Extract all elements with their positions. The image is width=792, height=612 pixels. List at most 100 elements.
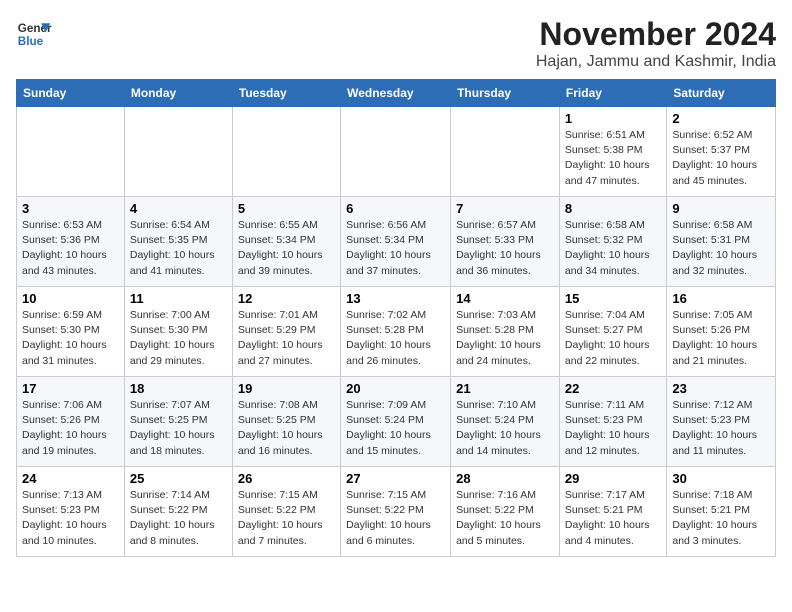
day-info: Sunrise: 7:13 AM Sunset: 5:23 PM Dayligh… bbox=[22, 488, 119, 549]
calendar-week-row: 17 Sunrise: 7:06 AM Sunset: 5:26 PM Dayli… bbox=[17, 377, 776, 467]
calendar-cell: 6 Sunrise: 6:56 AM Sunset: 5:34 PM Daylig… bbox=[341, 197, 451, 287]
day-number: 4 bbox=[130, 201, 227, 216]
day-number: 16 bbox=[672, 291, 770, 306]
calendar-cell bbox=[124, 107, 232, 197]
day-number: 19 bbox=[238, 381, 335, 396]
day-info: Sunrise: 6:59 AM Sunset: 5:30 PM Dayligh… bbox=[22, 308, 119, 369]
day-info: Sunrise: 7:10 AM Sunset: 5:24 PM Dayligh… bbox=[456, 398, 554, 459]
calendar-cell: 12 Sunrise: 7:01 AM Sunset: 5:29 PM Dayli… bbox=[232, 287, 340, 377]
calendar-cell: 24 Sunrise: 7:13 AM Sunset: 5:23 PM Dayli… bbox=[17, 467, 125, 557]
calendar-week-row: 3Sunrise: 6:53 AM Sunset: 5:36 PM Daylig… bbox=[17, 197, 776, 287]
page-header: General Blue November 2024 Hajan, Jammu … bbox=[16, 16, 776, 71]
day-info: Sunrise: 6:57 AM Sunset: 5:33 PM Dayligh… bbox=[456, 218, 554, 279]
calendar-cell: 11Sunrise: 7:00 AM Sunset: 5:30 PM Dayli… bbox=[124, 287, 232, 377]
day-info: Sunrise: 6:58 AM Sunset: 5:31 PM Dayligh… bbox=[672, 218, 770, 279]
logo: General Blue bbox=[16, 16, 52, 52]
day-info: Sunrise: 6:52 AM Sunset: 5:37 PM Dayligh… bbox=[672, 128, 770, 189]
day-info: Sunrise: 7:01 AM Sunset: 5:29 PM Dayligh… bbox=[238, 308, 335, 369]
calendar-cell: 8Sunrise: 6:58 AM Sunset: 5:32 PM Daylig… bbox=[559, 197, 666, 287]
calendar-cell: 1Sunrise: 6:51 AM Sunset: 5:38 PM Daylig… bbox=[559, 107, 666, 197]
calendar-table: SundayMondayTuesdayWednesdayThursdayFrid… bbox=[16, 79, 776, 557]
day-info: Sunrise: 6:53 AM Sunset: 5:36 PM Dayligh… bbox=[22, 218, 119, 279]
day-number: 2 bbox=[672, 111, 770, 126]
calendar-week-row: 10 Sunrise: 6:59 AM Sunset: 5:30 PM Dayli… bbox=[17, 287, 776, 377]
day-number: 21 bbox=[456, 381, 554, 396]
location-title: Hajan, Jammu and Kashmir, India bbox=[536, 53, 776, 71]
calendar-cell: 10 Sunrise: 6:59 AM Sunset: 5:30 PM Dayli… bbox=[17, 287, 125, 377]
calendar-cell bbox=[451, 107, 560, 197]
day-info: Sunrise: 7:06 AM Sunset: 5:26 PM Dayligh… bbox=[22, 398, 119, 459]
day-info: Sunrise: 6:58 AM Sunset: 5:32 PM Dayligh… bbox=[565, 218, 661, 279]
day-info: Sunrise: 7:04 AM Sunset: 5:27 PM Dayligh… bbox=[565, 308, 661, 369]
logo-icon: General Blue bbox=[16, 16, 52, 52]
day-number: 5 bbox=[238, 201, 335, 216]
day-info: Sunrise: 6:56 AM Sunset: 5:34 PM Dayligh… bbox=[346, 218, 445, 279]
calendar-cell: 21 Sunrise: 7:10 AM Sunset: 5:24 PM Dayli… bbox=[451, 377, 560, 467]
calendar-cell: 4 Sunrise: 6:54 AM Sunset: 5:35 PM Daylig… bbox=[124, 197, 232, 287]
calendar-cell: 20 Sunrise: 7:09 AM Sunset: 5:24 PM Dayli… bbox=[341, 377, 451, 467]
weekday-header-row: SundayMondayTuesdayWednesdayThursdayFrid… bbox=[17, 80, 776, 107]
day-info: Sunrise: 7:17 AM Sunset: 5:21 PM Dayligh… bbox=[565, 488, 661, 549]
day-number: 29 bbox=[565, 471, 661, 486]
day-number: 7 bbox=[456, 201, 554, 216]
calendar-cell: 22 Sunrise: 7:11 AM Sunset: 5:23 PM Dayli… bbox=[559, 377, 666, 467]
day-number: 18 bbox=[130, 381, 227, 396]
calendar-cell: 26Sunrise: 7:15 AM Sunset: 5:22 PM Dayli… bbox=[232, 467, 340, 557]
day-number: 13 bbox=[346, 291, 445, 306]
calendar-cell: 25Sunrise: 7:14 AM Sunset: 5:22 PM Dayli… bbox=[124, 467, 232, 557]
day-info: Sunrise: 7:09 AM Sunset: 5:24 PM Dayligh… bbox=[346, 398, 445, 459]
day-info: Sunrise: 7:15 AM Sunset: 5:22 PM Dayligh… bbox=[346, 488, 445, 549]
weekday-header-sunday: Sunday bbox=[17, 80, 125, 107]
weekday-header-tuesday: Tuesday bbox=[232, 80, 340, 107]
calendar-cell: 17 Sunrise: 7:06 AM Sunset: 5:26 PM Dayli… bbox=[17, 377, 125, 467]
day-number: 24 bbox=[22, 471, 119, 486]
calendar-cell: 5 Sunrise: 6:55 AM Sunset: 5:34 PM Daylig… bbox=[232, 197, 340, 287]
day-info: Sunrise: 6:54 AM Sunset: 5:35 PM Dayligh… bbox=[130, 218, 227, 279]
calendar-cell: 7 Sunrise: 6:57 AM Sunset: 5:33 PM Daylig… bbox=[451, 197, 560, 287]
calendar-cell: 18 Sunrise: 7:07 AM Sunset: 5:25 PM Dayli… bbox=[124, 377, 232, 467]
calendar-cell: 27 Sunrise: 7:15 AM Sunset: 5:22 PM Dayli… bbox=[341, 467, 451, 557]
weekday-header-thursday: Thursday bbox=[451, 80, 560, 107]
day-number: 14 bbox=[456, 291, 554, 306]
day-info: Sunrise: 7:11 AM Sunset: 5:23 PM Dayligh… bbox=[565, 398, 661, 459]
calendar-cell: 15 Sunrise: 7:04 AM Sunset: 5:27 PM Dayli… bbox=[559, 287, 666, 377]
month-title: November 2024 bbox=[536, 16, 776, 53]
day-number: 11 bbox=[130, 291, 227, 306]
calendar-cell bbox=[232, 107, 340, 197]
weekday-header-wednesday: Wednesday bbox=[341, 80, 451, 107]
calendar-cell: 29 Sunrise: 7:17 AM Sunset: 5:21 PM Dayli… bbox=[559, 467, 666, 557]
calendar-week-row: 24 Sunrise: 7:13 AM Sunset: 5:23 PM Dayli… bbox=[17, 467, 776, 557]
day-number: 25 bbox=[130, 471, 227, 486]
day-number: 23 bbox=[672, 381, 770, 396]
weekday-header-monday: Monday bbox=[124, 80, 232, 107]
calendar-cell: 19Sunrise: 7:08 AM Sunset: 5:25 PM Dayli… bbox=[232, 377, 340, 467]
day-number: 22 bbox=[565, 381, 661, 396]
calendar-cell: 28 Sunrise: 7:16 AM Sunset: 5:22 PM Dayli… bbox=[451, 467, 560, 557]
day-number: 12 bbox=[238, 291, 335, 306]
calendar-cell: 16 Sunrise: 7:05 AM Sunset: 5:26 PM Dayli… bbox=[667, 287, 776, 377]
calendar-cell: 13 Sunrise: 7:02 AM Sunset: 5:28 PM Dayli… bbox=[341, 287, 451, 377]
day-number: 6 bbox=[346, 201, 445, 216]
day-info: Sunrise: 7:07 AM Sunset: 5:25 PM Dayligh… bbox=[130, 398, 227, 459]
calendar-cell: 9Sunrise: 6:58 AM Sunset: 5:31 PM Daylig… bbox=[667, 197, 776, 287]
calendar-cell: 2 Sunrise: 6:52 AM Sunset: 5:37 PM Daylig… bbox=[667, 107, 776, 197]
day-info: Sunrise: 7:12 AM Sunset: 5:23 PM Dayligh… bbox=[672, 398, 770, 459]
day-info: Sunrise: 7:15 AM Sunset: 5:22 PM Dayligh… bbox=[238, 488, 335, 549]
calendar-cell bbox=[341, 107, 451, 197]
day-number: 27 bbox=[346, 471, 445, 486]
day-info: Sunrise: 6:51 AM Sunset: 5:38 PM Dayligh… bbox=[565, 128, 661, 189]
day-info: Sunrise: 7:16 AM Sunset: 5:22 PM Dayligh… bbox=[456, 488, 554, 549]
title-block: November 2024 Hajan, Jammu and Kashmir, … bbox=[536, 16, 776, 71]
day-info: Sunrise: 7:18 AM Sunset: 5:21 PM Dayligh… bbox=[672, 488, 770, 549]
calendar-week-row: 1Sunrise: 6:51 AM Sunset: 5:38 PM Daylig… bbox=[17, 107, 776, 197]
day-number: 10 bbox=[22, 291, 119, 306]
day-info: Sunrise: 7:02 AM Sunset: 5:28 PM Dayligh… bbox=[346, 308, 445, 369]
day-number: 30 bbox=[672, 471, 770, 486]
calendar-cell bbox=[17, 107, 125, 197]
day-number: 17 bbox=[22, 381, 119, 396]
day-number: 28 bbox=[456, 471, 554, 486]
day-number: 20 bbox=[346, 381, 445, 396]
day-info: Sunrise: 7:05 AM Sunset: 5:26 PM Dayligh… bbox=[672, 308, 770, 369]
day-number: 15 bbox=[565, 291, 661, 306]
day-info: Sunrise: 6:55 AM Sunset: 5:34 PM Dayligh… bbox=[238, 218, 335, 279]
